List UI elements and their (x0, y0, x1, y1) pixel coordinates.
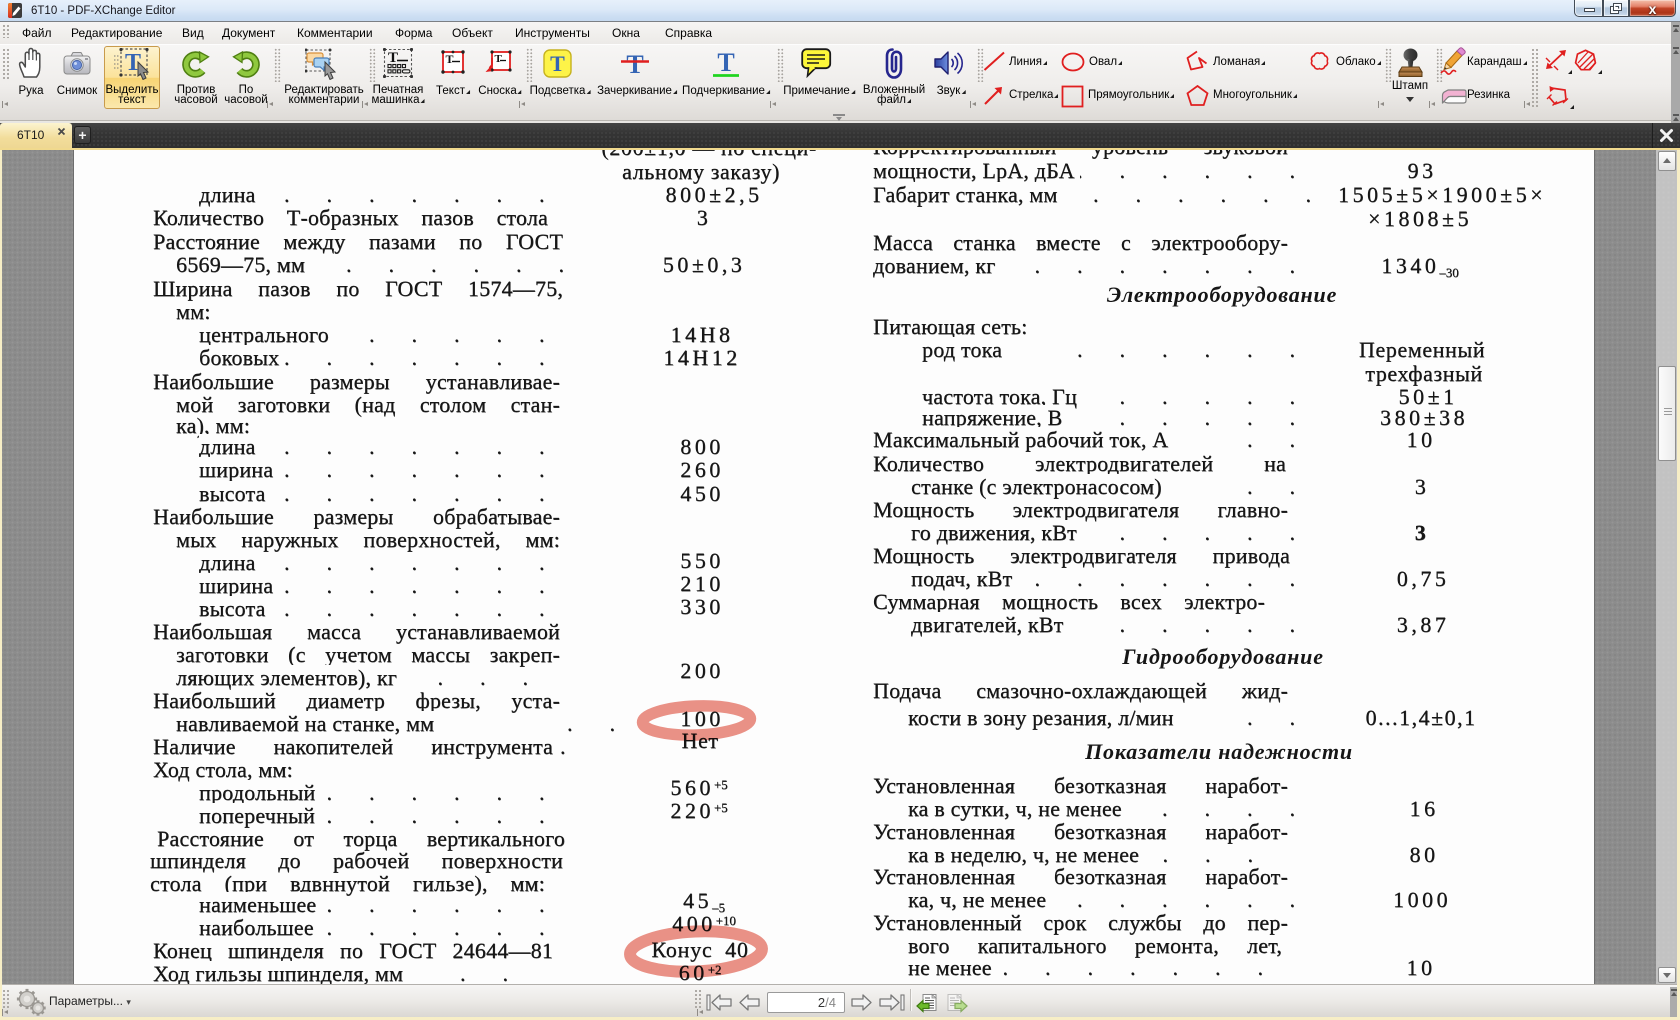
svg-text:T: T (626, 50, 643, 78)
svg-text:T: T (717, 48, 734, 77)
svg-text:T: T (495, 53, 503, 65)
svg-text:T: T (446, 52, 454, 66)
svg-text:T: T (550, 51, 565, 76)
svg-text:T: T (388, 50, 398, 66)
